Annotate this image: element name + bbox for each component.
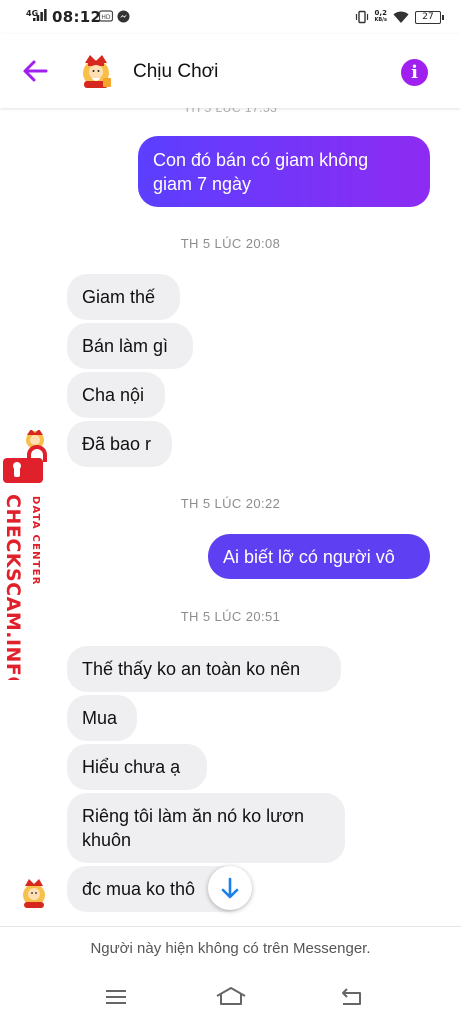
incoming-message[interactable]: Cha nội <box>67 372 165 418</box>
message-text: Mua <box>82 708 118 728</box>
message-line: giam 7 ngày <box>153 173 252 194</box>
contact-name: Chịu Chơi <box>133 61 219 82</box>
menu-icon[interactable] <box>101 984 131 1010</box>
wifi-icon <box>393 11 409 23</box>
status-bar: 4G 08:12 HD 0,2 KB/s 27 <box>0 0 461 34</box>
unavailable-notice: Người này hiện không có trên Messenger. <box>90 940 371 957</box>
composer-notice-bar: Người này hiện không có trên Messenger. <box>0 926 461 970</box>
incoming-message[interactable]: Thế thấy ko an toàn ko nên <box>67 646 341 692</box>
message-text: Thế thấy ko an toàn ko nên <box>82 659 301 679</box>
arrow-left-icon[interactable] <box>20 56 50 86</box>
speed-unit: KB/s <box>374 17 388 23</box>
back-icon[interactable] <box>336 984 366 1010</box>
message-text: Riêng tôi làm ăn nó ko lươn khuôn <box>82 804 304 852</box>
message-text: Hiểu chưa ạ <box>82 757 181 777</box>
timestamp: TH 5 LÚC 20:22 <box>180 496 281 511</box>
sender-avatar[interactable] <box>18 876 50 910</box>
arrow-down-icon <box>221 877 239 899</box>
incoming-message[interactable]: Bán làm gì <box>67 323 193 369</box>
incoming-message[interactable]: Riêng tôi làm ăn nó ko lươn khuôn <box>67 793 345 863</box>
message-text: Cha nội <box>82 385 145 405</box>
scroll-to-bottom-button[interactable] <box>208 866 252 910</box>
message-text: Bán làm gì <box>82 336 169 356</box>
contact-avatar[interactable] <box>76 51 116 91</box>
clock: 08:12 <box>52 8 102 26</box>
outgoing-message[interactable]: Ai biết lỡ có người vô <box>208 534 430 579</box>
speed-value: 0,2 <box>374 9 387 17</box>
outgoing-message[interactable]: Con đó bán có giam không giam 7 ngày <box>138 136 430 207</box>
checkscam-watermark: DATA CENTER CHECKSCAM.INFO <box>2 430 47 680</box>
watermark-data-center: DATA CENTER <box>30 496 41 586</box>
message-line: khuôn <box>82 830 132 850</box>
message-text: Đã bao r <box>82 434 152 454</box>
incoming-message[interactable]: Mua <box>67 695 137 741</box>
info-icon[interactable]: i <box>401 59 428 86</box>
messenger-notification-icon <box>117 10 130 23</box>
status-icons-right: 0,2 KB/s 27 <box>355 8 444 26</box>
incoming-message[interactable]: Giam thế <box>67 274 180 320</box>
vibrate-icon <box>355 10 368 24</box>
svg-text:HD: HD <box>101 14 111 21</box>
hd-icon: HD <box>99 10 113 22</box>
message-text: Con đó bán có giam không giam 7 ngày <box>153 148 368 196</box>
battery-indicator: 27 <box>415 10 444 24</box>
signal-icon <box>33 9 47 21</box>
chat-header: Chịu Chơi i <box>0 34 461 108</box>
timestamp: TH 5 LÚC 20:08 <box>180 236 281 251</box>
message-text: Giam thế <box>82 287 156 307</box>
messenger-chat-screen: 4G 08:12 HD 0,2 KB/s 27 Chịu Chơi i TH 5… <box>0 0 461 1024</box>
watermark-site: CHECKSCAM.INFO <box>2 494 24 680</box>
message-text: đc mua ko thô <box>82 879 196 899</box>
home-icon[interactable] <box>214 984 248 1010</box>
incoming-message[interactable]: Đã bao r <box>67 421 172 467</box>
system-navigation-bar <box>0 970 461 1024</box>
message-line: Con đó bán có giam không <box>153 149 369 170</box>
incoming-message[interactable]: Hiểu chưa ạ <box>67 744 207 790</box>
network-speed: 0,2 KB/s <box>375 10 388 24</box>
message-line: Riêng tôi làm ăn nó ko lươn <box>82 806 304 826</box>
timestamp: TH 5 LÚC 20:51 <box>180 609 281 624</box>
message-text: Ai biết lỡ có người vô <box>223 546 395 567</box>
